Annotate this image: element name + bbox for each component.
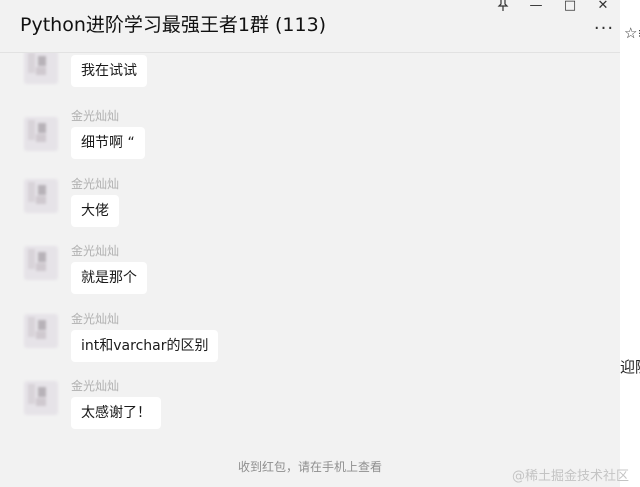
avatar[interactable]	[24, 314, 58, 348]
message-item: 金光灿灿 就是那个	[0, 240, 620, 304]
message-bubble[interactable]: 我在试试	[71, 55, 147, 87]
message-item: 金光灿灿 int和varchar的区别	[0, 308, 620, 372]
sender-name: 金光灿灿	[71, 177, 120, 191]
message-bubble[interactable]: 太感谢了！	[71, 397, 161, 429]
message-bubble[interactable]: int和varchar的区别	[71, 330, 219, 362]
partial-toolbar-icon[interactable]: ☆≡	[624, 24, 640, 42]
sender-name: 金光灿灿	[71, 244, 120, 258]
avatar[interactable]	[24, 246, 58, 280]
adjacent-window-edge: ☆≡ 迎随	[620, 0, 640, 487]
message-item: 金光灿灿 太感谢了！	[0, 375, 620, 439]
message-list[interactable]: 我在试试 金光灿灿 细节啊 “ 金光灿灿 大佬 金光灿灿 就是那个 金光灿灿 i…	[0, 53, 620, 443]
message-item: 我在试试	[0, 53, 620, 107]
avatar[interactable]	[24, 179, 58, 213]
avatar[interactable]	[24, 381, 58, 415]
chat-window: Python进阶学习最强王者1群 (113) — □ ✕ ··· 我在试试 金光…	[0, 0, 620, 487]
sender-name: 金光灿灿	[71, 379, 120, 393]
minimize-button[interactable]: —	[525, 0, 547, 14]
avatar[interactable]	[24, 53, 58, 84]
message-item: 金光灿灿 细节啊 “	[0, 105, 620, 169]
partial-text: 迎随	[620, 358, 640, 376]
more-options-button[interactable]: ···	[592, 18, 616, 39]
message-item: 金光灿灿 大佬	[0, 173, 620, 237]
message-bubble[interactable]: 就是那个	[71, 262, 147, 294]
close-button[interactable]: ✕	[592, 0, 614, 14]
pin-icon	[497, 0, 509, 11]
sender-name: 金光灿灿	[71, 109, 120, 123]
watermark: @稀土掘金技术社区	[512, 469, 630, 484]
message-bubble[interactable]: 大佬	[71, 195, 119, 227]
sender-name: 金光灿灿	[71, 312, 120, 326]
chat-title: Python进阶学习最强王者1群 (113)	[20, 14, 327, 36]
title-bar: Python进阶学习最强王者1群 (113) — □ ✕ ···	[0, 0, 620, 52]
maximize-button[interactable]: □	[559, 0, 581, 14]
message-bubble[interactable]: 细节啊 “	[71, 127, 145, 159]
pin-button[interactable]	[492, 0, 514, 14]
avatar[interactable]	[24, 117, 58, 151]
